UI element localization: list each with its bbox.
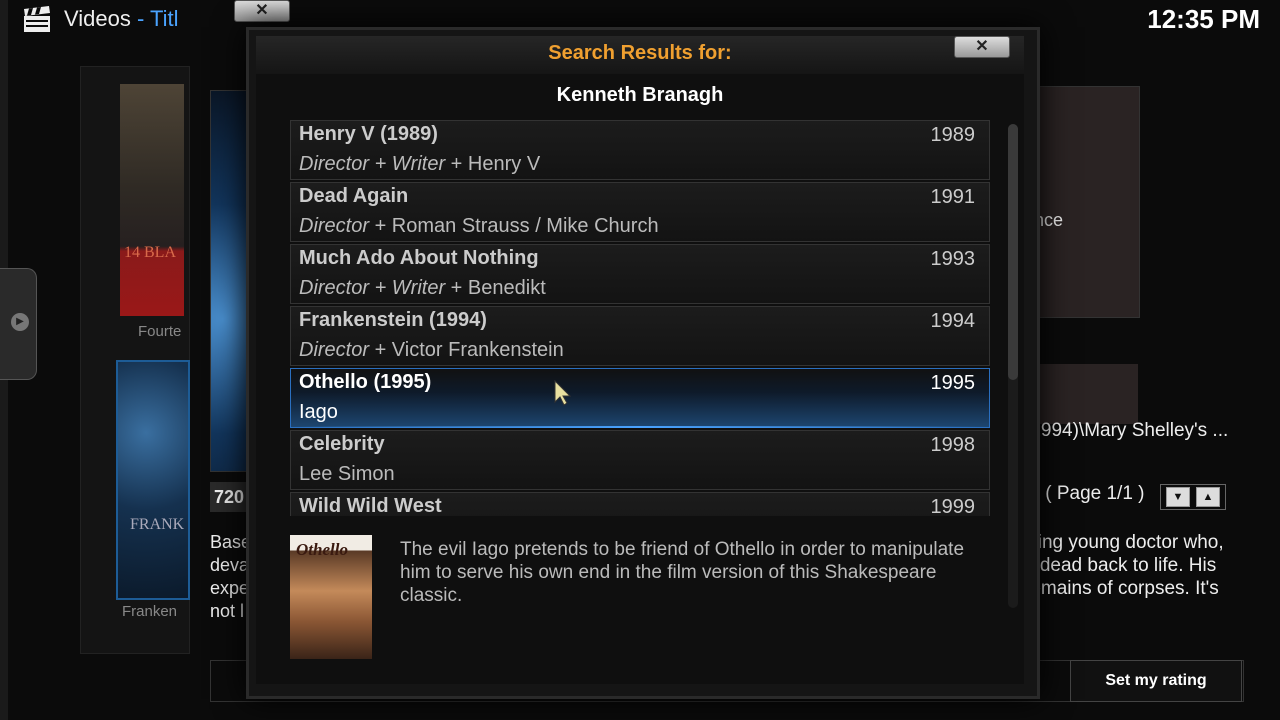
movie-description: The evil Iago pretends to be friend of O…: [400, 539, 965, 606]
poster-thumbnail[interactable]: [120, 84, 184, 316]
poster-thumbnail-text: 14 BLA: [124, 244, 176, 261]
movie-year: 1991: [930, 186, 976, 208]
movie-role: Director + Roman Strauss / Mike Church: [299, 215, 659, 237]
list-item[interactable]: Frankenstein (1994) 1994 Director + Vict…: [290, 306, 990, 366]
list-item[interactable]: Wild Wild West 1999: [290, 492, 990, 516]
header-separator: -: [137, 6, 145, 31]
movie-year: 1998: [930, 434, 976, 456]
movie-role: Director + Writer + Henry V: [299, 153, 541, 175]
page-up-icon[interactable]: ▲: [1196, 487, 1220, 507]
results-list: Henry V (1989) 1989 Director + Writer + …: [290, 120, 990, 516]
list-item[interactable]: Celebrity 1998 Lee Simon: [290, 430, 990, 490]
movie-title: Othello (1995): [299, 371, 432, 393]
movie-title: Dead Again: [299, 185, 409, 207]
search-query: Kenneth Branagh: [556, 84, 724, 106]
movie-title: Much Ado About Nothing: [299, 247, 539, 269]
movie-year: 1993: [930, 248, 976, 270]
close-icon[interactable]: ✕: [234, 0, 290, 22]
movie-title: Celebrity: [299, 433, 385, 455]
window-title: Videos - Titl: [64, 6, 179, 32]
side-menu-arrow-icon[interactable]: ▶: [11, 313, 29, 331]
right-poster: [1034, 86, 1140, 318]
plot-text-right: ising young doctor who, e dead back to l…: [1024, 532, 1224, 599]
poster-thumbnail-focused[interactable]: [116, 360, 190, 600]
header-title: Videos: [64, 6, 131, 31]
movie-year: 1994: [930, 310, 976, 332]
header-subtitle: Titl: [150, 6, 179, 31]
page-indicator: ot ( Page 1/1 ): [1022, 483, 1145, 504]
list-item[interactable]: Dead Again 1991 Director + Roman Strauss…: [290, 182, 990, 242]
page-down-icon[interactable]: ▼: [1166, 487, 1190, 507]
poster-thumbnail-text: FRANK: [130, 516, 185, 533]
list-item[interactable]: Henry V (1989) 1989 Director + Writer + …: [290, 120, 990, 180]
movie-title: Wild Wild West: [299, 495, 442, 516]
cover-title-text: Othello: [296, 540, 348, 559]
movie-title: Frankenstein (1994): [299, 309, 487, 331]
movie-role: Director + Writer + Benedikt: [299, 277, 546, 299]
set-rating-button[interactable]: Set my rating: [1070, 660, 1242, 702]
poster-label: Franken: [122, 603, 178, 620]
dialog-title: Search Results for:: [548, 42, 732, 64]
movie-role: Iago: [299, 401, 338, 423]
file-path-text: (1994)\Mary Shelley's ...: [1024, 420, 1229, 441]
list-item[interactable]: Much Ado About Nothing 1993 Director + W…: [290, 244, 990, 304]
mouse-pointer-icon: [554, 380, 572, 406]
poster-label: Fourte: [138, 323, 182, 340]
movie-title: Henry V (1989): [299, 123, 438, 145]
movie-role: Director + Victor Frankenstein: [299, 339, 564, 361]
clock: 12:35 PM: [1147, 4, 1260, 34]
movie-role: Lee Simon: [299, 463, 395, 485]
scrollbar-thumb[interactable]: [1008, 124, 1018, 380]
movie-year: 1995: [930, 372, 976, 394]
close-button[interactable]: ✕: [954, 36, 1010, 58]
list-item-selected[interactable]: Othello (1995) 1995 Iago: [290, 368, 990, 428]
right-poster-2: [1034, 364, 1138, 424]
movie-year: 1999: [930, 496, 976, 516]
clapperboard-icon: [24, 6, 50, 32]
movie-year: 1989: [930, 124, 976, 146]
